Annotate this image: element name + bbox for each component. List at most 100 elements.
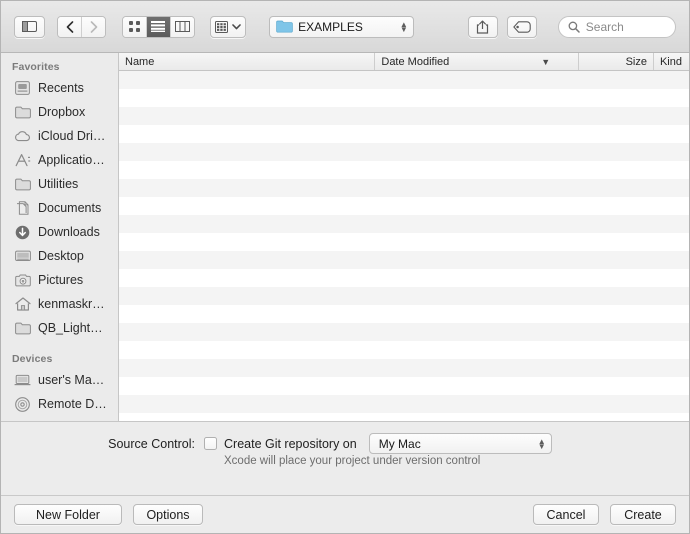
path-popup-button[interactable]: EXAMPLES ▲ ▼ xyxy=(269,15,414,38)
sidebar-item-remote-disc[interactable]: Remote D… xyxy=(1,392,118,416)
tag-icon xyxy=(512,20,531,33)
table-row[interactable] xyxy=(119,197,689,215)
sidebar-item-documents[interactable]: Documents xyxy=(1,196,118,220)
folder-icon xyxy=(14,320,31,336)
git-location-value: My Mac xyxy=(378,436,421,451)
sidebar-item-recents[interactable]: Recents xyxy=(1,76,118,100)
sidebar-item-label: Utilities xyxy=(38,177,79,191)
search-input[interactable]: Search xyxy=(557,15,677,38)
git-location-popup[interactable]: My Mac ▲ ▼ xyxy=(368,433,552,454)
sidebar-section-header-devices: Devices xyxy=(12,353,53,365)
table-row[interactable] xyxy=(119,359,689,377)
source-control-accessory: Source Control: Create Git repository on… xyxy=(1,421,689,495)
sidebar-item-label: Pictures xyxy=(38,273,84,287)
home-icon xyxy=(14,296,31,312)
column-view-button[interactable] xyxy=(170,16,195,37)
sidebar-item-label: Dropbox xyxy=(38,105,86,119)
sidebar-item-downloads[interactable]: Downloads xyxy=(1,220,118,244)
table-row[interactable] xyxy=(119,107,689,125)
remote-disc-icon xyxy=(14,396,31,412)
column-header-kind[interactable]: Kind xyxy=(654,53,689,70)
forward-button[interactable] xyxy=(81,16,106,37)
source-control-hint: Xcode will place your project under vers… xyxy=(224,455,481,467)
sidebar-section-header-favorites: Favorites xyxy=(12,61,60,73)
table-row[interactable] xyxy=(119,71,689,89)
column-header-name[interactable]: Name xyxy=(119,53,376,70)
table-row[interactable] xyxy=(119,341,689,359)
column-header-size[interactable]: Size xyxy=(579,53,654,70)
chevron-down-icon xyxy=(232,23,241,29)
create-git-repository-label: Create Git repository on xyxy=(224,436,357,451)
sidebar-item-dropbox[interactable]: Dropbox xyxy=(1,100,118,124)
sidebar-item-label: user's Ma… xyxy=(38,373,105,387)
cancel-button[interactable]: Cancel xyxy=(533,504,599,525)
cloud-icon xyxy=(14,128,31,144)
sidebar-item-users-mac[interactable]: user's Ma… xyxy=(1,368,118,392)
chevron-left-icon xyxy=(66,20,73,33)
column-header-label: Date Modified xyxy=(381,55,450,68)
sidebar-icon xyxy=(22,21,38,32)
sidebar-item-home[interactable]: kenmaskr… xyxy=(1,292,118,316)
applications-icon xyxy=(14,152,31,168)
sidebar-item-pictures[interactable]: Pictures xyxy=(1,268,118,292)
popup-stepper-icon: ▲ ▼ xyxy=(537,436,546,451)
table-row[interactable] xyxy=(119,125,689,143)
sidebar-item-utilities[interactable]: Utilities xyxy=(1,172,118,196)
sidebar-item-label: Recents xyxy=(38,81,84,95)
sidebar-item-applications[interactable]: Applicatio… xyxy=(1,148,118,172)
sidebar-toggle-button[interactable] xyxy=(14,15,46,38)
create-button[interactable]: Create xyxy=(610,504,676,525)
pictures-icon xyxy=(14,272,31,288)
documents-icon xyxy=(14,200,31,216)
sidebar-item-icloud-drive[interactable]: iCloud Dri… xyxy=(1,124,118,148)
navigation-segment xyxy=(57,15,107,38)
table-row[interactable] xyxy=(119,179,689,197)
file-browser: Name Date Modified ▼ Size Kind xyxy=(119,53,689,421)
table-row[interactable] xyxy=(119,323,689,341)
table-row[interactable] xyxy=(119,143,689,161)
columns-icon xyxy=(174,21,190,32)
sidebar-item-label: QB_Light… xyxy=(38,321,103,335)
column-header-date-modified[interactable]: Date Modified ▼ xyxy=(375,53,580,70)
back-button[interactable] xyxy=(58,16,82,37)
grid-icon xyxy=(128,20,140,32)
table-row[interactable] xyxy=(119,287,689,305)
tags-button[interactable] xyxy=(506,15,537,38)
table-row[interactable] xyxy=(119,251,689,269)
table-row[interactable] xyxy=(119,377,689,395)
save-dialog: EXAMPLES ▲ ▼ Search Favorites Recents Dr… xyxy=(0,0,690,534)
file-list[interactable] xyxy=(119,71,689,421)
popup-stepper-icon: ▲ ▼ xyxy=(399,19,408,34)
sidebar-item-qb-light[interactable]: QB_Light… xyxy=(1,316,118,340)
column-header-label: Size xyxy=(625,55,647,68)
table-row[interactable] xyxy=(119,305,689,323)
table-row[interactable] xyxy=(119,215,689,233)
arrange-icon xyxy=(215,20,229,33)
create-git-repository-checkbox[interactable] xyxy=(204,437,217,450)
share-button[interactable] xyxy=(467,15,498,38)
icon-view-button[interactable] xyxy=(123,16,147,37)
options-button[interactable]: Options xyxy=(133,504,203,525)
sidebar-item-desktop[interactable]: Desktop xyxy=(1,244,118,268)
view-mode-segment xyxy=(122,15,196,38)
table-row[interactable] xyxy=(119,395,689,413)
table-row[interactable] xyxy=(119,413,689,421)
dialog-footer: New Folder Options Cancel Create xyxy=(1,495,689,533)
laptop-icon xyxy=(14,372,31,388)
chevron-right-icon xyxy=(90,20,97,33)
list-icon xyxy=(151,21,166,32)
table-row[interactable] xyxy=(119,233,689,251)
toolbar: EXAMPLES ▲ ▼ Search xyxy=(1,1,689,53)
arrange-button[interactable] xyxy=(210,15,247,38)
source-control-label: Source Control: xyxy=(108,436,195,451)
new-folder-button[interactable]: New Folder xyxy=(14,504,122,525)
list-view-button[interactable] xyxy=(147,16,171,37)
share-icon xyxy=(477,20,489,34)
table-row[interactable] xyxy=(119,89,689,107)
folder-icon xyxy=(276,20,293,33)
dialog-body: Favorites Recents Dropbox iCloud Dri… Ap… xyxy=(1,53,689,421)
table-row[interactable] xyxy=(119,161,689,179)
sidebar-item-label: Downloads xyxy=(38,225,100,239)
table-row[interactable] xyxy=(119,269,689,287)
sidebar-item-label: Documents xyxy=(38,201,102,215)
